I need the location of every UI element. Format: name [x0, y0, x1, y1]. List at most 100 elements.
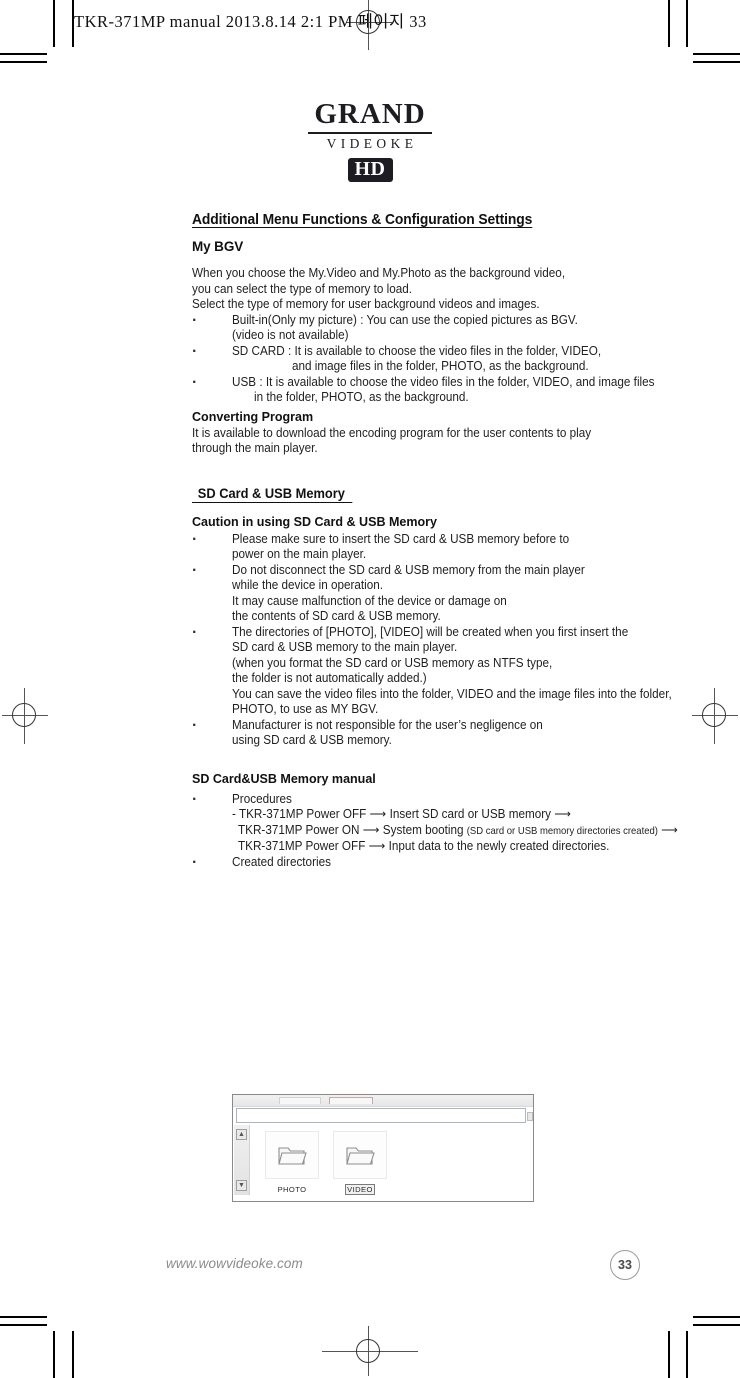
crop-mark-top-left-vertical — [53, 0, 55, 47]
list-item-line: Please make sure to insert the SD card &… — [232, 531, 570, 546]
chevron-down-icon[interactable] — [527, 1112, 533, 1121]
list-item-line: the folder is not automatically added.) — [232, 671, 427, 685]
procedure-line: TKR-371MP Power ON ⟶ System booting (SD … — [238, 822, 678, 840]
crop-mark-bottom-left-inner-vertical — [72, 1331, 74, 1378]
heading-my-bgv: My BGV — [192, 239, 244, 255]
logo-videoke-text: VIDEOKE — [326, 136, 418, 151]
crop-mark-bottom-right-inner-horizontal — [693, 1316, 740, 1318]
crop-mark-bottom-left-inner-horizontal — [0, 1316, 47, 1318]
crop-mark-right-inner-horizontal — [693, 61, 740, 63]
folder-icon — [333, 1131, 387, 1179]
explorer-toolbar — [233, 1095, 533, 1107]
bullet-icon — [192, 718, 204, 734]
list-item-line: power on the main player. — [232, 547, 367, 561]
list-item: USB : It is available to choose the vide… — [192, 375, 684, 406]
converting-program-line: It is available to download the encoding… — [192, 425, 592, 440]
folder-label: PHOTO — [277, 1185, 307, 1194]
brand-logo: GRAND VIDEOKE HD — [0, 100, 740, 182]
bullet-icon — [192, 344, 204, 360]
file-explorer-screenshot: ▲ ▼ PHOTO VIDEO — [232, 1094, 534, 1202]
crop-mark-bottom-left-horizontal — [0, 1324, 47, 1326]
crop-mark-bottom-right-inner-vertical — [668, 1331, 670, 1378]
bullet-icon — [192, 375, 204, 391]
crop-mark-right-inner-vertical — [668, 0, 670, 47]
procedure-line-arrow: ⟶ — [657, 822, 678, 837]
list-item-line: Built-in(Only my picture) : You can use … — [232, 312, 578, 327]
list-item-line: The directories of [PHOTO], [VIDEO] will… — [232, 624, 629, 639]
registration-mark-left — [2, 688, 48, 744]
logo-hd-badge: HD — [347, 158, 393, 182]
bullet-icon — [192, 855, 204, 871]
footer-website-url: www.wowvideoke.com — [166, 1256, 303, 1271]
crop-mark-bottom-left-vertical — [53, 1331, 55, 1378]
my-bgv-intro-line: you can select the type of memory to loa… — [192, 281, 413, 296]
list-item-line: using SD card & USB memory. — [232, 733, 392, 747]
registration-mark-right — [692, 688, 738, 744]
explorer-address-bar[interactable] — [236, 1108, 526, 1123]
list-item-line: and image files in the folder, PHOTO, as… — [292, 359, 589, 373]
list-item-line: It may cause malfunction of the device o… — [232, 593, 507, 608]
bullet-icon — [192, 625, 204, 641]
list-item-line: while the device in operation. — [232, 578, 384, 592]
converting-program-line: through the main player. — [192, 441, 318, 455]
folder-item-video[interactable]: VIDEO — [333, 1131, 387, 1197]
my-bgv-intro-line: When you choose the My.Video and My.Phot… — [192, 266, 566, 280]
folder-icon — [265, 1131, 319, 1179]
heading-converting-program: Converting Program — [192, 408, 314, 424]
list-item-line: (when you format the SD card or USB memo… — [232, 655, 553, 670]
list-item: Please make sure to insert the SD card &… — [192, 532, 684, 563]
list-item: Do not disconnect the SD card & USB memo… — [192, 563, 684, 625]
collapse-icon[interactable]: ▼ — [236, 1180, 247, 1191]
expand-icon[interactable]: ▲ — [236, 1129, 247, 1140]
list-item: Built-in(Only my picture) : You can use … — [192, 313, 684, 344]
list-item-line: USB : It is available to choose the vide… — [232, 374, 655, 389]
registration-mark-bottom — [322, 1326, 418, 1376]
page-content: Additional Menu Functions & Configuratio… — [192, 212, 684, 870]
folder-label-selected: VIDEO — [345, 1184, 375, 1195]
list-item-line: in the folder, PHOTO, as the background. — [254, 390, 469, 404]
list-item: Created directories — [192, 855, 684, 871]
my-bgv-intro-line: Select the type of memory for user backg… — [192, 297, 540, 311]
list-item-line: SD CARD : It is available to choose the … — [232, 343, 602, 358]
list-item-line: You can save the video files into the fo… — [232, 686, 672, 701]
procedures-label: Procedures — [232, 791, 292, 806]
bullet-icon — [192, 532, 204, 548]
list-item-line: (video is not available) — [232, 328, 349, 342]
print-slug-line: TKR-371MP manual 2013.8.14 2:1 PM 페이지 33 — [74, 12, 427, 31]
explorer-toolbar-tab — [279, 1097, 321, 1104]
list-item-line: PHOTO, to use as MY BGV. — [232, 702, 379, 716]
list-item-line: Do not disconnect the SD card & USB memo… — [232, 562, 585, 577]
explorer-navigation-pane: ▲ ▼ — [234, 1125, 250, 1195]
crop-mark-top-right-vertical — [686, 0, 688, 47]
created-directories-label: Created directories — [232, 854, 331, 869]
procedure-line-part: TKR-371MP Power ON ⟶ System booting — [238, 822, 467, 837]
list-item: Procedures - TKR-371MP Power OFF ⟶ Inser… — [192, 792, 684, 855]
list-item: Manufacturer is not responsible for the … — [192, 718, 684, 749]
list-item-line: SD card & USB memory to the main player. — [232, 640, 458, 654]
procedure-line: - TKR-371MP Power OFF ⟶ Insert SD card o… — [232, 807, 572, 821]
bullet-icon — [192, 792, 204, 808]
section-heading-sd-card-usb-memory: SD Card & USB Memory — [192, 486, 353, 503]
heading-sd-usb-manual: SD Card&USB Memory manual — [192, 770, 376, 786]
list-item: SD CARD : It is available to choose the … — [192, 344, 684, 375]
crop-mark-top-left-horizontal — [0, 53, 47, 55]
bullet-icon — [192, 313, 204, 329]
page-number-badge: 33 — [610, 1250, 640, 1280]
list-item: The directories of [PHOTO], [VIDEO] will… — [192, 625, 684, 718]
crop-mark-bottom-right-horizontal — [693, 1324, 740, 1326]
list-item-line: Manufacturer is not responsible for the … — [232, 717, 543, 732]
logo-divider-rule — [308, 132, 432, 134]
folder-item-photo[interactable]: PHOTO — [265, 1131, 319, 1197]
crop-mark-top-right-horizontal — [693, 53, 740, 55]
bullet-icon — [192, 563, 204, 579]
logo-grand-text: GRAND — [314, 98, 426, 130]
list-item-line: the contents of SD card & USB memory. — [232, 609, 441, 623]
heading-caution: Caution in using SD Card & USB Memory — [192, 513, 438, 529]
page-title: Additional Menu Functions & Configuratio… — [192, 212, 533, 228]
crop-mark-bottom-right-vertical — [686, 1331, 688, 1378]
procedure-line: TKR-371MP Power OFF ⟶ Input data to the … — [238, 839, 610, 853]
explorer-file-list: PHOTO VIDEO — [251, 1125, 531, 1197]
procedure-line-note: (SD card or USB memory directories creat… — [466, 825, 658, 837]
crop-mark-left-inner-horizontal — [0, 61, 47, 63]
explorer-toolbar-tab — [329, 1097, 373, 1104]
